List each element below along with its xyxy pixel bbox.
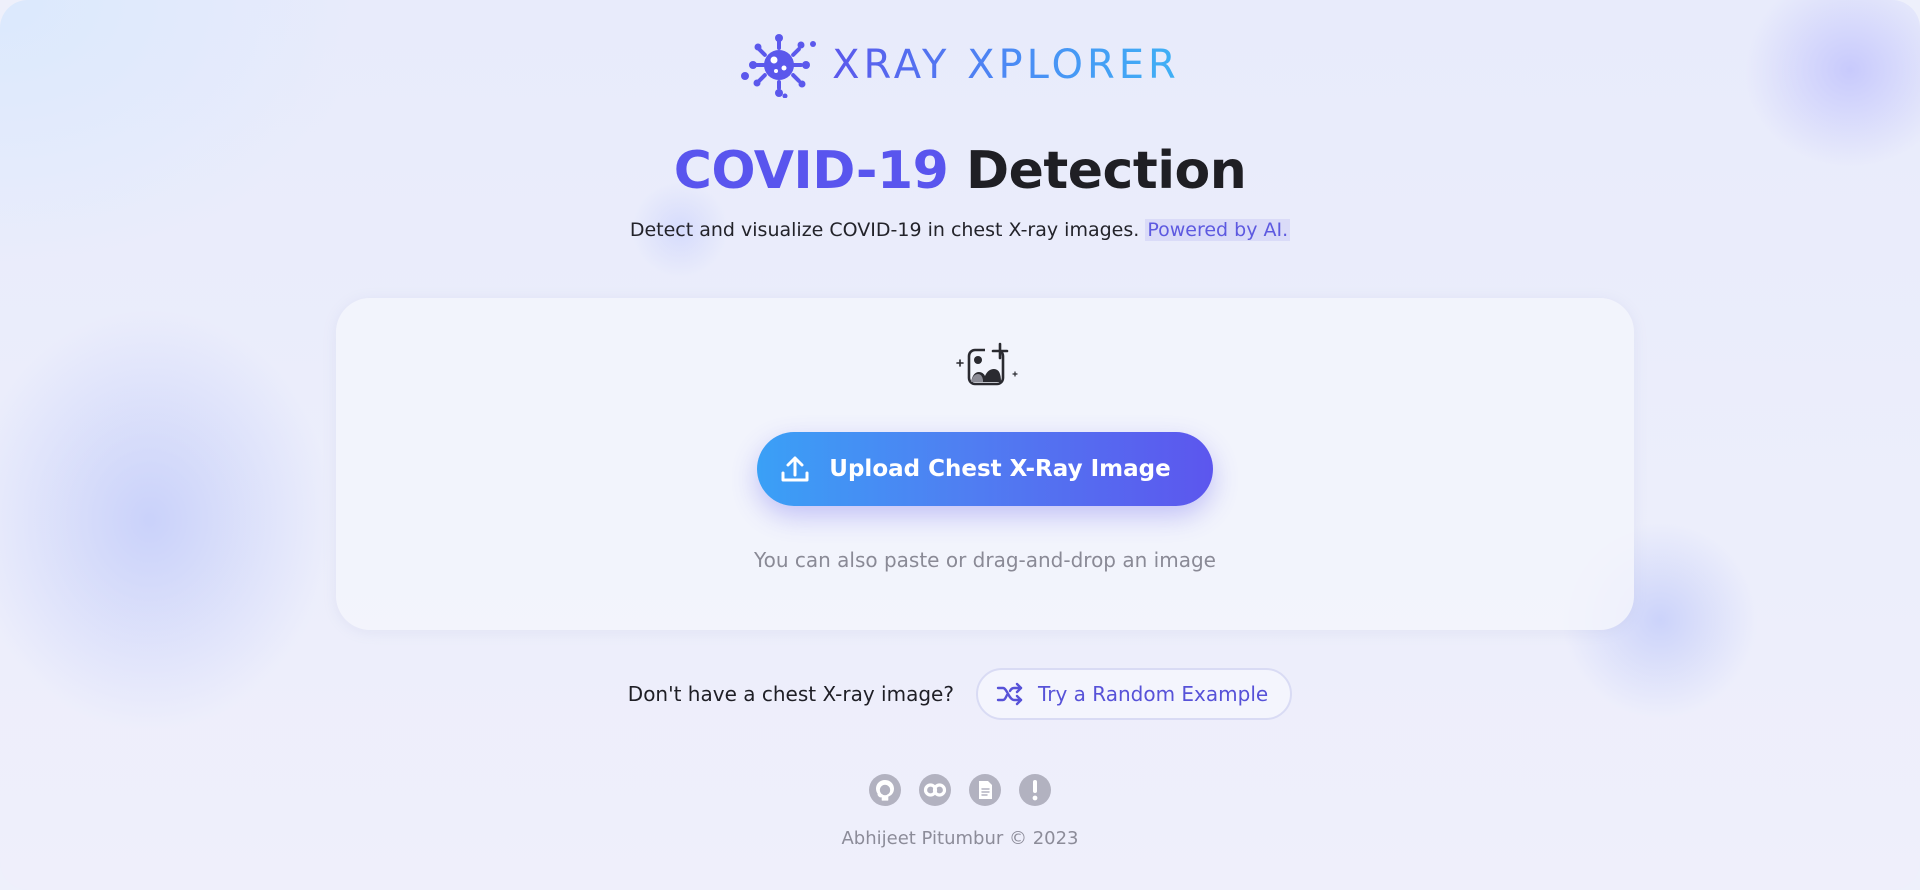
page-subtitle: Detect and visualize COVID-19 in chest X… [0,219,1920,241]
github-link[interactable] [869,774,901,806]
brand-name: XRAY XPLORER [832,42,1180,88]
random-example-button[interactable]: Try a Random Example [975,668,1293,720]
copyright: Abhijeet Pitumbur © 2023 [841,828,1079,849]
random-example-question: Don't have a chest X-ray image? [627,682,954,706]
alert-icon [1032,780,1038,801]
document-link[interactable] [969,774,1001,806]
alert-link[interactable] [1019,774,1051,806]
page-title-accent: COVID-19 [673,141,949,201]
add-image-icon [956,342,1018,386]
app-frame: XRAY XPLORER COVID-19 Detection Detect a… [0,0,1920,890]
virus-icon [741,34,817,98]
upload-icon [781,456,809,482]
colab-link[interactable] [919,774,951,806]
upload-button-label: Upload Chest X-Ray Image [829,456,1171,482]
github-icon [876,780,894,801]
random-example-label: Try a Random Example [1037,682,1269,706]
brand-logo[interactable]: XRAY XPLORER [0,32,1920,98]
page-title-rest: Detection [948,141,1247,201]
upload-button[interactable]: Upload Chest X-Ray Image [757,432,1213,506]
shuffle-icon [996,682,1023,706]
document-icon [979,781,992,799]
page-title: COVID-19 Detection [0,138,1920,204]
colab-icon [923,783,947,797]
footer-links [0,774,1920,806]
dropzone-hint: You can also paste or drag-and-drop an i… [754,548,1216,572]
subtitle-text: Detect and visualize COVID-19 in chest X… [629,219,1146,241]
upload-dropzone[interactable]: Upload Chest X-Ray Image You can also pa… [336,298,1634,630]
random-example-row: Don't have a chest X-ray image? Try a Ra… [0,668,1920,720]
powered-by-ai-link[interactable]: Powered by AI. [1145,219,1291,241]
